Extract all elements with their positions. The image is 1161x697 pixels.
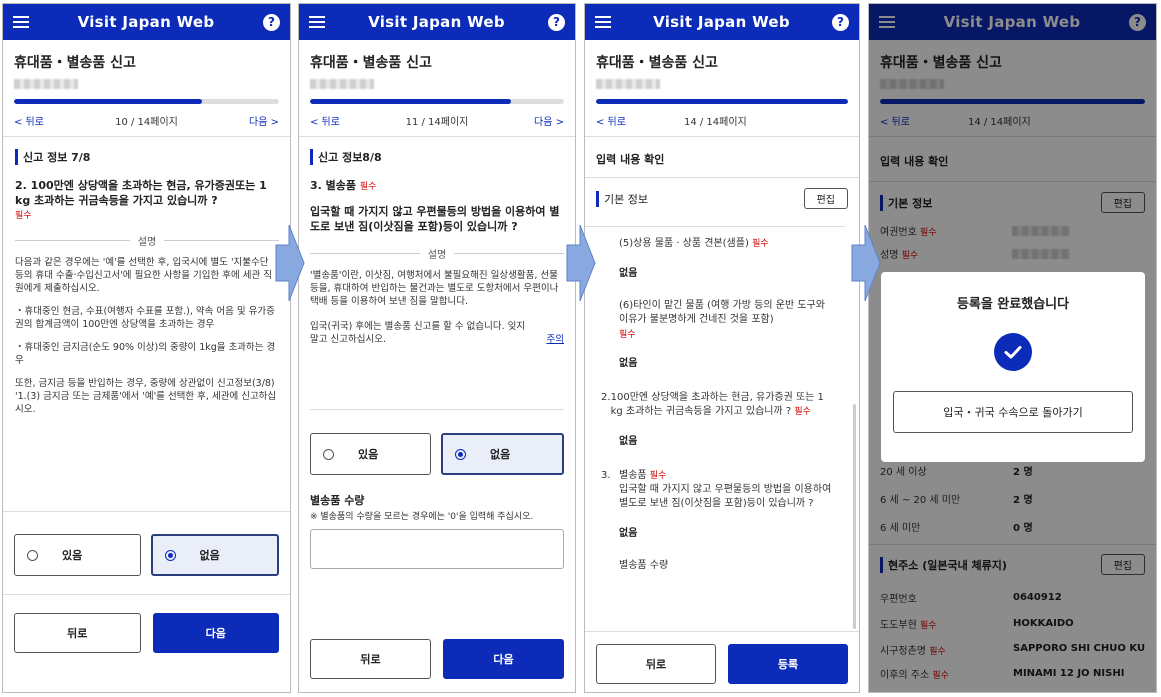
quantity-input[interactable] [310,529,564,569]
next-button[interactable]: 다음 [443,639,564,679]
explanation-paragraph: ・휴대중인 현금, 수표(여행자 수표를 포함.), 약속 어음 및 유가증권의… [15,306,275,330]
item-label: (6)타인이 맡긴 물품 (여행 가방 등의 운반 도구와 이유가 불분명하게 … [619,300,825,325]
required-badge: 필수 [649,471,667,481]
question-text: 2. 100만엔 상당액을 초과하는 현금, 유가증권또는 1 kg 초과하는 … [15,179,267,207]
item-label: 입국할 때 가지지 않고 우편물등의 방법을 이용하여 별도로 보낸 짐(이삿짐… [619,484,832,509]
hamburger-menu-icon[interactable] [309,16,325,28]
list-number: 2. [601,392,611,403]
explanation-paragraph: '별송품'이란, 이삿짐, 여행처에서 불필요해진 일상생활품, 선물 등을, … [310,270,559,307]
hamburger-menu-icon[interactable] [13,16,29,28]
required-badge: 필수 [752,239,769,249]
option-label: 있음 [62,549,83,562]
app-title: Visit Japan Web [77,13,215,31]
page-title: 휴대품・별송품 신고 [14,55,136,71]
app-title: Visit Japan Web [368,13,505,31]
flow-arrow-icon [275,224,305,302]
required-badge: 필수 [794,407,811,417]
dialog-title: 등록을 완료했습니다 [956,297,1070,312]
back-button[interactable]: 뒤로 [310,639,431,679]
quantity-label: 별송품 수량 [619,560,669,571]
option-no[interactable]: 없음 [150,534,279,576]
screen-page-11: Visit Japan Web ? 휴대품・별송품 신고 < 뒤로 11 / 1… [298,3,576,693]
flow-arrow-icon [851,224,881,302]
explanation-paragraph: 입국(귀국) 후에는 별송품 신고를 할 수 없습니다. 잊지 말고 신고하십시… [310,321,526,345]
item-label: 100만엔 상당액을 초과하는 현금, 유가증권 또는 1 kg 초과하는 귀금… [610,392,824,417]
question-text: 입국할 때 가지지 않고 우편물등의 방법을 이용하여 별도로 보낸 짐(이삿짐… [310,205,560,233]
prev-page-link[interactable]: < 뒤로 [14,113,44,128]
page-indicator: 10 / 14페이지 [115,117,178,128]
explanation-paragraph: ・휴대중인 금지금(순도 90% 이상)의 중량이 1kg을 초과하는 경우 [15,342,276,366]
app-bar: Visit Japan Web ? [585,4,859,40]
confirm-heading: 입력 내용 확인 [596,153,665,166]
answer-value: 없음 [619,436,638,447]
back-button[interactable]: 뒤로 [596,644,716,684]
section-title: 신고 정보8/8 [310,149,564,165]
quantity-label: 별송품 수량 [310,494,365,507]
page-indicator: 11 / 14페이지 [405,117,469,128]
next-page-link[interactable]: 다음 > [249,113,279,128]
required-badge: 필수 [15,211,32,221]
app-bar: Visit Japan Web ? [3,4,290,40]
scrollbar[interactable] [853,404,856,629]
basic-info-title: 기본 정보 [596,190,648,207]
screen-page-14-confirm: Visit Japan Web ? 휴대품・별송품 신고 < 뒤로 14 / 1… [584,3,860,693]
answer-value: 없음 [619,358,638,369]
check-icon [994,333,1032,371]
blurred-user-name [310,79,374,89]
next-button[interactable]: 다음 [152,613,279,653]
completion-dialog: 등록을 완료했습니다 입국・귀국 수속으로 돌아가기 [881,272,1145,462]
screen-page-10: Visit Japan Web ? 휴대품・별송품 신고 < 뒤로 10 / 1… [2,3,291,693]
explanation-paragraph: 다음과 같은 경우에는 '예'를 선택한 후, 입국시에 별도 '지불수단 등의… [15,257,273,294]
flow-arrow-icon [566,224,596,302]
app-title: Visit Japan Web [653,13,790,31]
next-page-link[interactable]: 다음 > [534,113,564,128]
question-number: 3. 별송품 필수 [310,178,564,195]
answer-value: 없음 [619,528,638,539]
hamburger-menu-icon[interactable] [595,16,611,28]
option-yes[interactable]: 있음 [14,534,141,576]
radio-selected-icon [164,549,176,561]
blurred-user-name [14,79,78,89]
explanation-divider: 설명 [310,246,564,261]
radio-icon [27,549,38,561]
required-badge: 필수 [619,330,636,340]
page-title: 휴대품・별송품 신고 [596,55,718,71]
app-bar: Visit Japan Web ? [299,4,575,40]
register-button[interactable]: 등록 [728,644,848,684]
option-label: 없음 [199,549,220,562]
question-title: 3. 별송품 [310,179,357,192]
help-icon[interactable]: ? [263,13,280,31]
explanation-divider: 설명 [15,233,279,248]
list-number: 3. [601,470,611,481]
page-title: 휴대품・별송품 신고 [310,55,432,71]
answer-value: 없음 [619,268,638,279]
screen-registration-complete: Visit Japan Web ? 휴대품・별송품 신고 < 뒤로 14 / 1… [868,3,1157,693]
explanation-paragraph: 또한, 금지금 등을 반입하는 경우, 중량에 상관없이 신고정보(3/8) '… [15,378,277,415]
item-label: 별송품 [619,470,647,481]
option-yes[interactable]: 있음 [310,433,431,475]
prev-page-link[interactable]: < 뒤로 [596,113,626,128]
option-label: 있음 [358,448,379,461]
page-indicator: 14 / 14페이지 [683,117,747,128]
option-no[interactable]: 없음 [441,433,564,475]
scroll-content: (5)상용 물품 · 상품 견본(샘플) 필수 없음 (6)타인이 맡긴 물품 … [585,226,845,636]
required-badge: 필수 [359,182,377,192]
return-to-procedures-button[interactable]: 입국・귀국 수속으로 돌아가기 [893,391,1133,433]
edit-button[interactable]: 편집 [803,188,848,209]
blurred-user-name [596,79,660,89]
back-button[interactable]: 뒤로 [14,613,141,653]
help-icon[interactable]: ? [548,13,565,31]
radio-icon [323,448,334,460]
item-label: (5)상용 물품 · 상품 견본(샘플) [619,238,749,249]
prev-page-link[interactable]: < 뒤로 [310,113,340,128]
radio-selected-icon [455,448,466,460]
section-title: 신고 정보 7/8 [15,149,279,165]
caution-link[interactable]: 주의 [547,333,564,346]
quantity-note: ※ 별송품의 수량을 모르는 경우에는 '0'을 입력해 주십시오. [310,512,534,522]
help-icon[interactable]: ? [832,13,849,31]
option-label: 없음 [490,448,511,461]
